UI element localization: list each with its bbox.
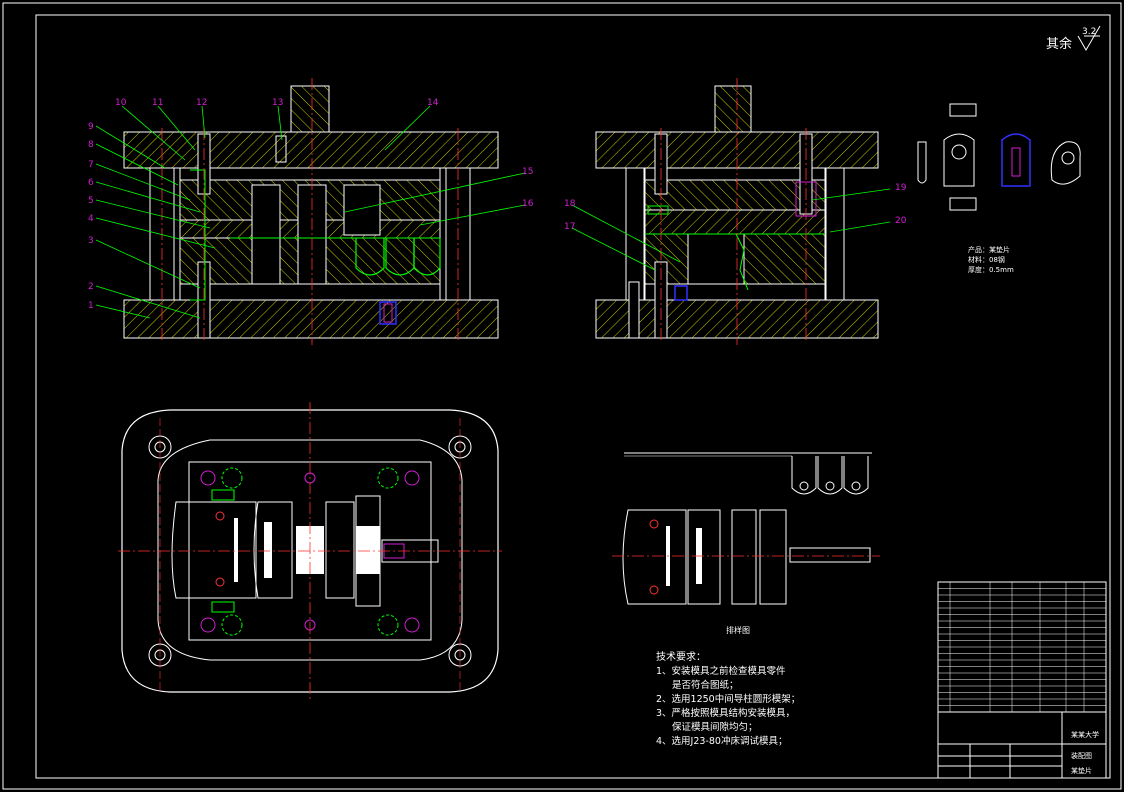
- balloon-5: 5: [88, 196, 94, 206]
- balloon-12: 12: [196, 98, 207, 108]
- tech-requirements: 技术要求： 1、安装模具之前检查模具零件 是否符合图纸； 2、选用1250中间导…: [656, 650, 800, 747]
- inner-frame: [35, 14, 1111, 779]
- front-section-view: [123, 78, 499, 345]
- balloon-1: 1: [88, 301, 94, 311]
- product-thickness: 厚度：0.5mm: [968, 265, 1014, 274]
- plan-view: [118, 402, 502, 700]
- balloon-6: 6: [88, 178, 94, 188]
- balloon-7: 7: [88, 160, 94, 170]
- balloon-11: 11: [152, 98, 163, 108]
- balloon-9: 9: [88, 122, 94, 132]
- tech-item-3b: 保证模具间隙均匀；: [672, 721, 758, 733]
- balloon-15: 15: [522, 167, 533, 177]
- title-product: 某垫片: [1071, 766, 1092, 775]
- balloon-18: 18: [564, 199, 576, 209]
- side-section-view: [595, 78, 879, 345]
- balloon-4: 4: [88, 214, 94, 224]
- balloon-3: 3: [88, 236, 94, 246]
- balloon-16: 16: [522, 199, 534, 209]
- balloon-8: 8: [88, 140, 94, 150]
- balloon-2: 2: [88, 282, 94, 292]
- balloon-20: 20: [895, 216, 907, 226]
- strip-layout-caption: 排样图: [726, 625, 750, 635]
- tech-item-4: 4、选用J23-80冲床调试模具；: [656, 735, 787, 747]
- title-school: 某某大学: [1071, 730, 1099, 739]
- balloon-19: 19: [895, 183, 907, 193]
- product-views: [917, 103, 1081, 211]
- title-drawing-name: 装配图: [1071, 751, 1092, 760]
- roughness-label: 其余: [1046, 36, 1072, 52]
- tech-item-3: 3、严格按照模具结构安装模具，: [656, 707, 795, 719]
- assembly-drawing: 其余 3.2 1 2 3 4 5 6 7 8 9 10 11 12 13 14 …: [2, 2, 1122, 790]
- balloon-17: 17: [564, 222, 575, 232]
- balloon-13: 13: [272, 98, 283, 108]
- roughness-symbol: 其余 3.2: [1046, 25, 1101, 52]
- tech-item-1b: 是否符合图纸；: [672, 679, 739, 691]
- parts-list: [937, 581, 1107, 713]
- balloon-14: 14: [427, 98, 439, 108]
- title-block: 某某大学 装配图 某垫片: [937, 711, 1107, 779]
- roughness-value: 3.2: [1082, 27, 1096, 37]
- tech-title: 技术要求：: [656, 650, 706, 663]
- tech-item-2: 2、选用1250中间导柱圆形模架；: [656, 693, 800, 705]
- strip-layout: [612, 452, 880, 605]
- balloon-10: 10: [115, 98, 127, 108]
- tech-item-1: 1、安装模具之前检查模具零件: [656, 665, 786, 677]
- product-material: 材料：08钢: [968, 255, 1005, 264]
- product-name: 产品：某垫片: [968, 245, 1010, 254]
